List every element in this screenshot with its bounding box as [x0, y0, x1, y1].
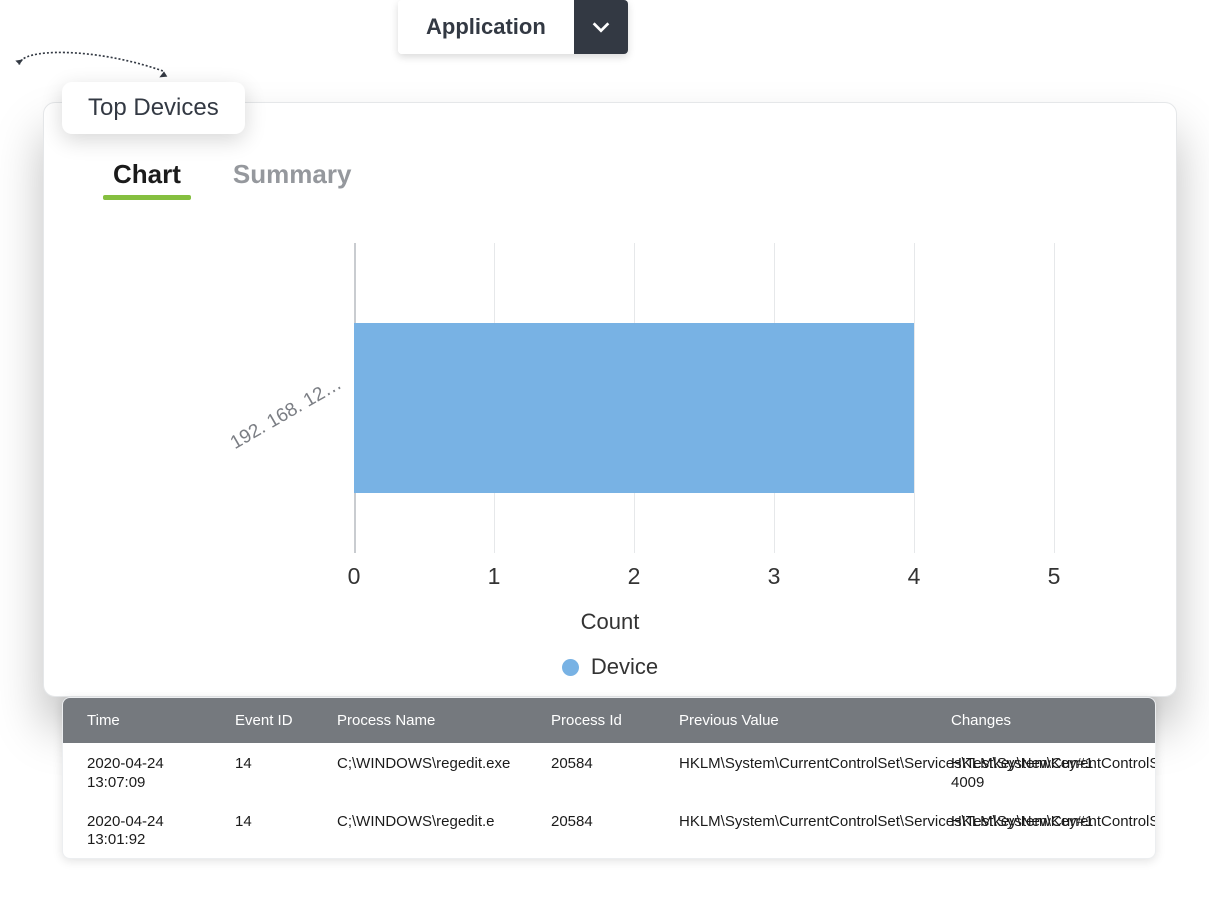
col-previous-value[interactable]: Previous Value [669, 698, 941, 743]
cell-previous-value: HKLM\System\CurrentControlSet\Services\T… [669, 743, 941, 801]
cell-event-id: 14 [225, 743, 327, 801]
table-row[interactable]: 2020-04-24 13:07:09 14 C;\WINDOWS\regedi… [63, 743, 1155, 801]
cell-changes: HKLM\System\CurrentControlSet\Services\T… [941, 801, 1153, 859]
tab-chart[interactable]: Chart [111, 159, 183, 198]
tab-summary[interactable]: Summary [231, 159, 354, 198]
cell-process-id: 20584 [541, 743, 669, 801]
x-tick: 1 [488, 563, 501, 590]
chart-bar[interactable] [354, 323, 914, 493]
x-tick: 0 [348, 563, 361, 590]
chart-area: 0 1 2 3 4 5 [354, 243, 1054, 583]
col-changes[interactable]: Changes [941, 698, 1153, 743]
cell-previous-value: HKLM\System\CurrentControlSet\Services\T… [669, 801, 941, 859]
chart-gridline [914, 243, 915, 553]
table-header-row: Time Event ID Process Name Process Id Pr… [63, 698, 1155, 743]
cell-time: 2020-04-24 13:01:92 [63, 801, 225, 859]
card-tabs: Chart Summary [111, 159, 353, 198]
cell-event-id: 14 [225, 801, 327, 859]
release-selector-caret[interactable] [574, 0, 628, 54]
cell-process-id: 20584 [541, 801, 669, 859]
release-selector-value: Application [398, 0, 574, 54]
col-event-id[interactable]: Event ID [225, 698, 327, 743]
cell-process-name: C;\WINDOWS\regedit.e [327, 801, 541, 859]
x-tick: 4 [908, 563, 921, 590]
table-row[interactable]: 2020-04-24 13:01:92 14 C;\WINDOWS\regedi… [63, 801, 1155, 859]
cell-changes: HKLM\System\CurrentControlSet\Services\T… [941, 743, 1153, 801]
chevron-down-icon [590, 16, 612, 38]
col-process-id[interactable]: Process Id [541, 698, 669, 743]
cell-time: 2020-04-24 13:07:09 [63, 743, 225, 801]
col-time[interactable]: Time [63, 698, 225, 743]
col-process-name[interactable]: Process Name [327, 698, 541, 743]
x-tick: 5 [1048, 563, 1061, 590]
top-devices-card: Chart Summary 192. 168. 12… 0 1 2 3 4 5 … [43, 102, 1177, 697]
panel-title-pill: Top Devices [62, 82, 245, 134]
legend-label: Device [591, 654, 658, 680]
x-tick: 2 [628, 563, 641, 590]
chart-x-axis-label: Count [44, 609, 1176, 696]
chart-y-category: 192. 168. 12… [227, 373, 346, 454]
cell-process-name: C;\WINDOWS\regedit.exe [327, 743, 541, 801]
active-tab-underline [103, 195, 191, 200]
legend-swatch-icon [562, 659, 579, 676]
x-tick: 3 [768, 563, 781, 590]
events-table: Time Event ID Process Name Process Id Pr… [62, 697, 1156, 859]
release-selector[interactable]: Application [398, 0, 628, 54]
chart-gridline [1054, 243, 1055, 553]
chart-legend: Device [44, 654, 1176, 680]
